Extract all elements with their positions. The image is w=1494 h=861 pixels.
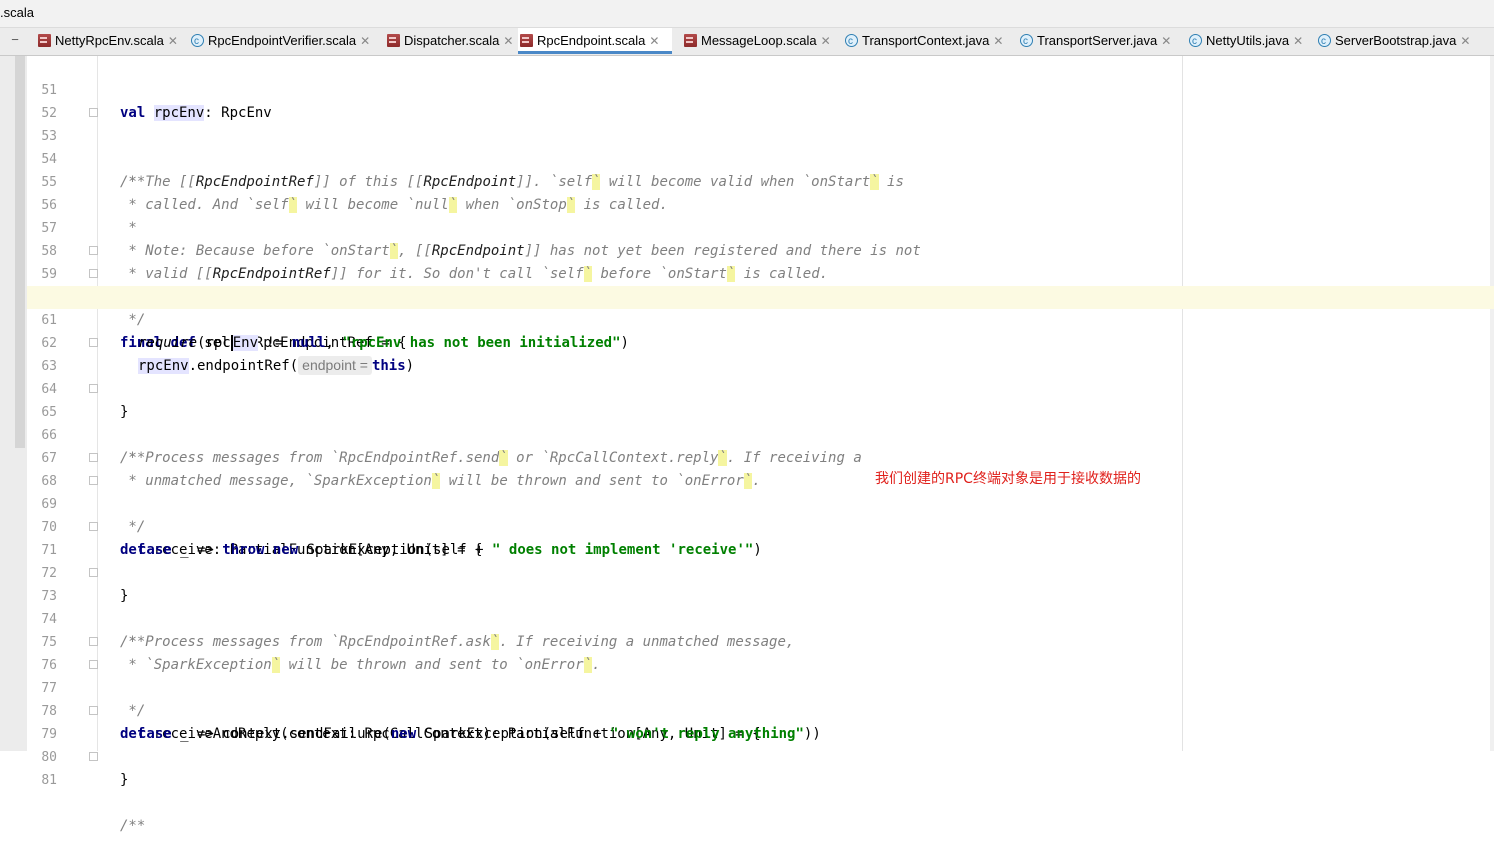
tab-transportserver-java[interactable]: TransportServer.java✕ [1018, 28, 1184, 55]
code-line-56[interactable]: 56 * [27, 171, 1494, 236]
code-line-80[interactable]: 80 [27, 723, 1494, 765]
fold-marker-icon[interactable] [89, 752, 98, 761]
line-number: 81 [41, 773, 57, 788]
tab-nettyutils-java[interactable]: NettyUtils.java✕ [1187, 28, 1313, 55]
code-line-69[interactable]: 69 def receive: PartialFunction[Any, Uni… [27, 470, 1494, 558]
code-line-68[interactable]: 68 */ [27, 447, 1494, 535]
fold-marker-icon[interactable] [89, 522, 98, 531]
class-icon [845, 29, 858, 55]
close-tab-icon[interactable]: ✕ [1161, 34, 1171, 48]
fold-marker-icon[interactable] [89, 660, 98, 669]
code-line-54[interactable]: 54 * The [[RpcEndpointRef]] of this [[Rp… [27, 125, 1494, 190]
fold-marker-icon[interactable] [89, 568, 98, 577]
class-icon [1020, 29, 1033, 55]
code-line-66[interactable]: 66 * Process messages from `RpcEndpointR… [27, 401, 1494, 466]
code-line-72[interactable]: 72 [27, 539, 1494, 581]
code-line-75[interactable]: 75 * `SparkException` will be thrown and… [27, 608, 1494, 673]
red-annotation-text: 我们创建的RPC终端对象是用于接收数据的 [875, 471, 1141, 487]
code-line-70[interactable]: 70 case _ => throw new SparkException(se… [27, 493, 1494, 558]
code-line-81[interactable]: 81 /** [27, 746, 1494, 834]
fold-marker-icon[interactable] [89, 637, 98, 646]
tab-rpcendpointverifier-scala[interactable]: RpcEndpointVerifier.scala✕ [189, 28, 382, 55]
fold-marker-icon[interactable] [89, 108, 98, 117]
tab-label: Dispatcher.scala [404, 33, 500, 48]
code-line-73[interactable]: 73 /** [27, 562, 1494, 650]
tab-nettyrpcenv-scala[interactable]: NettyRpcEnv.scala ✕ [36, 28, 186, 54]
tab-label: RpcEndpointVerifier.scala [208, 33, 357, 48]
tab-label: ServerBootstrap.java [1335, 33, 1457, 48]
tab-rpcendpoint-scala[interactable]: RpcEndpoint.scala ✕ [518, 28, 672, 54]
fold-marker-icon[interactable] [89, 269, 98, 278]
code-line-58[interactable]: 58 * valid [[RpcEndpointRef]] for it. So… [27, 217, 1494, 282]
tab-dispatcher-scala[interactable]: Dispatcher.scala ✕ [385, 28, 515, 54]
code-line-53[interactable]: 53 /** [27, 102, 1494, 190]
fold-marker-icon[interactable] [89, 384, 98, 393]
code-line-60[interactable]: 60 final def self: RpcEndpointRef = { [27, 263, 1494, 351]
tab-serverbootstrap-java[interactable]: ServerBootstrap.java✕ [1316, 28, 1476, 55]
code-line-79[interactable]: 79 } [27, 700, 1494, 788]
fold-marker-icon[interactable] [89, 706, 98, 715]
code-line-63[interactable]: 63 } [27, 332, 1494, 420]
tab-label: RpcEndpoint.scala [537, 33, 646, 48]
code-line-57[interactable]: 57 * Note: Because before `onStart`, [[R… [27, 194, 1494, 259]
close-tab-icon[interactable]: ✕ [1293, 34, 1303, 48]
class-icon [191, 29, 204, 55]
code-line-64[interactable]: 64 [27, 355, 1494, 397]
fold-marker-icon[interactable] [89, 476, 98, 485]
code-line-67[interactable]: 67 * unmatched message, `SparkException`… [27, 424, 1494, 489]
close-tab-icon[interactable]: ✕ [649, 34, 659, 48]
editor-tab-bar: − NettyRpcEnv.scala✕RpcEndpointVerifier.… [0, 28, 1494, 56]
close-tab-icon[interactable]: ✕ [821, 34, 831, 48]
code-line-61-current[interactable]: 61 require(rpc Env != null, "rpcEnv has n… [27, 286, 1494, 351]
class-icon [1318, 29, 1331, 55]
close-tab-icon[interactable]: ✕ [503, 34, 513, 48]
class-icon [1189, 29, 1202, 55]
tab-label: TransportServer.java [1037, 33, 1158, 48]
tab-label: MessageLoop.scala [701, 33, 817, 48]
close-tab-icon[interactable]: ✕ [1460, 34, 1470, 48]
tab-label: TransportContext.java [862, 33, 990, 48]
fold-marker-icon[interactable] [89, 246, 98, 255]
window-title-bar: .scala [0, 0, 1494, 28]
code-line-74[interactable]: 74 * Process messages from `RpcEndpointR… [27, 585, 1494, 650]
scala-file-icon [684, 34, 697, 47]
fold-marker-icon[interactable] [89, 338, 98, 347]
close-tab-icon[interactable]: ✕ [993, 34, 1003, 48]
fold-marker-icon[interactable] [89, 453, 98, 462]
code-line-77[interactable]: 77 def receiveAndReply(context: RpcCallC… [27, 654, 1494, 742]
code-line-55[interactable]: 55 * called. And `self` will become `nul… [27, 148, 1494, 213]
code-line-52[interactable]: 52 [27, 79, 1494, 121]
code-line-65[interactable]: 65 /** [27, 378, 1494, 466]
tab-label: NettyRpcEnv.scala [55, 33, 164, 48]
scala-file-icon [520, 34, 533, 47]
code-line-59[interactable]: 59 */ [27, 240, 1494, 328]
code-line-76[interactable]: 76 */ [27, 631, 1494, 719]
editor-scrollbar-thumb[interactable] [15, 56, 25, 448]
scala-file-icon [387, 34, 400, 47]
close-tab-icon[interactable]: ✕ [360, 34, 370, 48]
code-line-62[interactable]: 62 rpcEnv.endpointRef(endpoint = this) [27, 309, 1494, 375]
code-line-78[interactable]: 78 case _ => context.sendFailure(new Spa… [27, 677, 1494, 742]
code-line-51[interactable]: 51 val rpcEnv: RpcEnv [27, 56, 1494, 121]
tab-list-collapse-icon[interactable]: − [8, 33, 22, 47]
window-title: .scala [0, 5, 34, 20]
tab-messageloop-scala[interactable]: MessageLoop.scala ✕ [682, 28, 840, 54]
code-line-71[interactable]: 71 } [27, 516, 1494, 604]
scala-file-icon [38, 34, 51, 47]
close-tab-icon[interactable]: ✕ [168, 34, 178, 48]
tab-transportcontext-java[interactable]: TransportContext.java✕ [843, 28, 1015, 55]
tab-label: NettyUtils.java [1206, 33, 1290, 48]
